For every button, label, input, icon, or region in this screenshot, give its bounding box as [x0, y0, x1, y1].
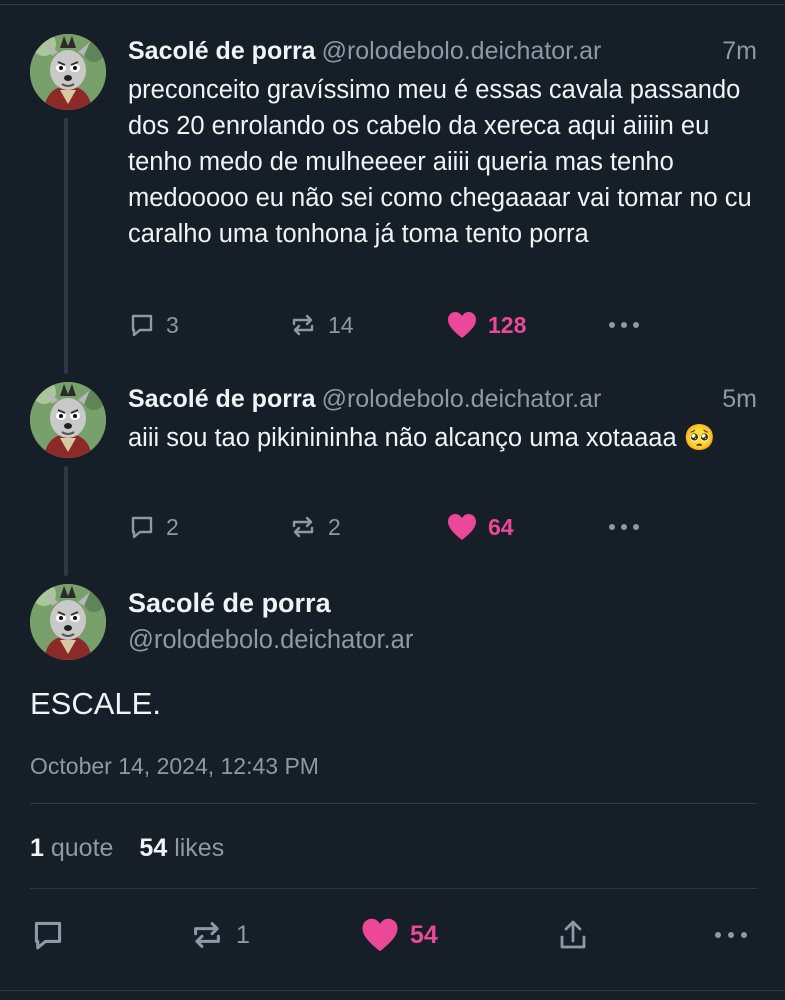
main-post-actions: 1 54 — [30, 912, 757, 958]
like-button[interactable]: 128 — [446, 305, 526, 345]
repost-icon — [292, 314, 314, 336]
likes-stat[interactable]: 54 likes — [139, 834, 224, 862]
avatar[interactable] — [30, 584, 106, 660]
reply-icon — [34, 921, 62, 950]
more-button[interactable] — [608, 507, 640, 547]
likes-stat-count: 54 — [139, 834, 168, 862]
share-icon — [560, 920, 586, 949]
author-handle[interactable]: @rolodebolo.deichator.ar — [322, 385, 602, 413]
like-count: 64 — [488, 513, 514, 540]
repost-icon — [194, 922, 220, 948]
thread-line — [64, 118, 68, 374]
avatar[interactable] — [30, 382, 106, 458]
reply-count: 2 — [166, 513, 179, 540]
author-name[interactable]: Sacolé de porra — [128, 37, 316, 65]
like-count: 128 — [488, 311, 527, 338]
post-text: aiii sou tao pikinininha não alcanço uma… — [128, 424, 716, 452]
avatar[interactable] — [30, 34, 106, 110]
heart-icon — [362, 918, 398, 952]
repost-button[interactable]: 1 — [188, 912, 250, 958]
repost-icon — [292, 516, 314, 538]
more-button[interactable] — [714, 912, 748, 958]
repost-button[interactable]: 14 — [288, 305, 354, 345]
post-text: preconceito gravíssimo meu é essas caval… — [128, 76, 752, 248]
more-button[interactable] — [608, 305, 640, 345]
post-stats: 1 quote 54 likes — [30, 830, 224, 866]
author-name[interactable]: Sacolé de porra — [128, 584, 331, 622]
more-icon — [715, 932, 747, 938]
heart-icon — [448, 514, 476, 540]
quote-count: 1 — [30, 834, 44, 862]
repost-button[interactable]: 2 — [288, 507, 341, 547]
quotes-stat[interactable]: 1 quote — [30, 834, 113, 862]
reply-count: 3 — [166, 311, 179, 338]
share-button[interactable] — [556, 912, 590, 958]
divider — [30, 803, 757, 804]
like-button[interactable]: 54 — [360, 912, 438, 958]
divider — [30, 888, 757, 889]
top-divider — [0, 4, 785, 5]
heart-icon — [448, 312, 476, 338]
author-handle[interactable]: @rolodebolo.deichator.ar — [128, 622, 413, 658]
author-handle[interactable]: @rolodebolo.deichator.ar — [322, 37, 602, 65]
thread-line — [64, 466, 68, 576]
quote-label: quote — [50, 834, 114, 862]
reply-icon — [131, 516, 153, 539]
reply-button[interactable]: 2 — [128, 507, 179, 547]
reply-button[interactable]: 3 — [128, 305, 179, 345]
bottom-divider — [0, 990, 785, 991]
post-actions: 3 14 128 — [128, 305, 757, 345]
likes-label: likes — [174, 834, 225, 862]
repost-count: 2 — [328, 513, 341, 540]
more-icon — [609, 524, 639, 530]
like-count: 54 — [410, 920, 438, 949]
post-text: ESCALE. — [30, 686, 161, 721]
like-button[interactable]: 64 — [446, 507, 514, 547]
post-time: 5m — [722, 385, 757, 413]
more-icon — [609, 322, 639, 328]
post-timestamp: October 14, 2024, 12:43 PM — [30, 753, 319, 779]
thread-post[interactable]: Sacolé de porra @rolodebolo.deichator.ar … — [128, 34, 757, 252]
author-name[interactable]: Sacolé de porra — [128, 385, 316, 413]
post-actions: 2 2 64 — [128, 507, 757, 547]
thread-post[interactable]: Sacolé de porra @rolodebolo.deichator.ar … — [128, 382, 757, 456]
reply-button[interactable] — [30, 912, 66, 958]
repost-count: 1 — [236, 920, 250, 949]
repost-count: 14 — [328, 311, 354, 338]
post-time: 7m — [722, 37, 757, 65]
reply-icon — [131, 314, 153, 337]
